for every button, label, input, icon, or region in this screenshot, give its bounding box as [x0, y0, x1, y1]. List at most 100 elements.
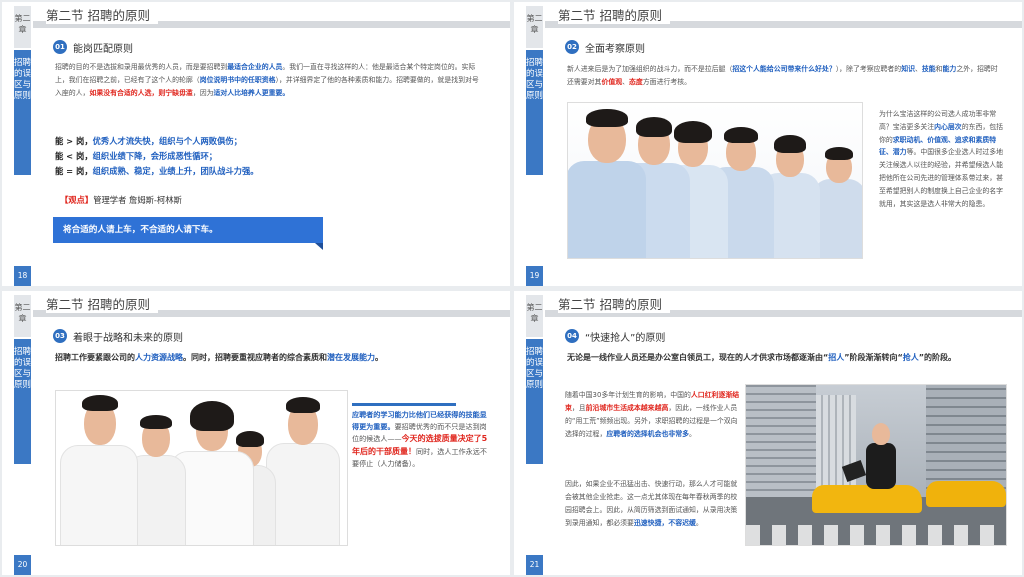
intro-paragraph: 新人进来后是为了加强组织的战斗力，而不是拉后腿（招这个人能给公司带来什么好处？）… — [567, 63, 999, 89]
para-emphasis: 态度 — [629, 78, 643, 86]
para-text: ，且 — [571, 404, 586, 412]
page-number: 19 — [526, 266, 543, 286]
detail-paragraph: 随着中国30多年计划生育的影响，中国的人口红利逐渐结束，且前沿城市生活成本越来越… — [565, 389, 743, 441]
para-text: 。 — [375, 353, 383, 362]
section-heading-text: 能岗匹配原则 — [73, 43, 133, 55]
para-highlight: 知识 — [901, 65, 915, 73]
slide-19[interactable]: 第二节 招聘的原则 第二章 招聘的误区与原则 19 02 全面考察原则 新人进来… — [514, 2, 1022, 286]
chapter-tab: 第二章 — [14, 6, 31, 48]
sidebar-label: 招聘的误区与原则 — [14, 50, 31, 175]
strategy-note: 应聘者的学习能力比他们已经获得的技能显得更为重要。要招聘优秀的而不只是达到岗位的… — [352, 403, 491, 470]
para-highlight: 抢人 — [902, 353, 919, 362]
slide-20[interactable]: 第二节 招聘的原则 第二章 招聘的误区与原则 20 03 着眼于战略和未来的原则… — [2, 291, 510, 575]
para-highlight: 适对人比培养人更重要。 — [213, 89, 290, 97]
viewpoint-tag: 【观点】 — [60, 195, 94, 205]
side-highlight: 内心层次 — [934, 122, 962, 131]
para-text: 随着中国30多年计划生育的影响，中国的 — [565, 391, 691, 399]
intro-paragraph: 招聘的目的不是选拔和录用最优秀的人员，而是要招聘到最适合企业的人员。我们一直在寻… — [55, 61, 485, 100]
ability-line: 能 > 岗，优秀人才流失快，组织与个人两败俱伤； — [55, 135, 242, 147]
taxi-left — [812, 485, 922, 513]
section-heading-text: “快速抢人”的原则 — [585, 332, 666, 344]
callout-fold — [315, 243, 323, 250]
section-heading: 03 着眼于战略和未来的原则 — [53, 328, 183, 344]
ability-text: 组织成熟、稳定，业绩上升，团队战斗力强。 — [92, 166, 259, 176]
slide-18[interactable]: 第二节 招聘的原则 第二章 招聘的误区与原则 18 01 能岗匹配原则 招聘的目… — [2, 2, 510, 286]
para-highlight: 潜在发展能力 — [327, 353, 375, 362]
para-text: 和 — [935, 65, 943, 73]
slide-header: 第二节 招聘的原则 — [514, 2, 1022, 30]
building-left — [746, 385, 816, 505]
viewpoint-text: 管理学者 詹姆斯-柯林斯 — [93, 195, 182, 205]
ability-prefix: 能 < 岗， — [55, 151, 93, 161]
slide-header: 第二节 招聘的原则 — [514, 291, 1022, 319]
para-highlight: 岗位说明书中的任职资格 — [199, 76, 276, 84]
para-highlight: 招这个人能给公司带来什么好处？ — [732, 65, 836, 73]
detail-paragraph: 因此，如果企业不迅猛出击、快速行动，那么人才可能就会被其他企业抢走。这一点尤其体… — [565, 478, 743, 530]
para-emphasis: 如果没有合适的人选，则宁缺毋滥 — [89, 89, 193, 97]
para-text: 无论是一线作业人员还是办公室白领员工，现在的人才供求市场都逐渐由“ — [567, 353, 829, 362]
lead-paragraph: 无论是一线作业人员还是办公室白领员工，现在的人才供求市场都逐渐由“招人”阶段渐渐… — [567, 351, 1007, 365]
slide-21[interactable]: 第二节 招聘的原则 第二章 招聘的误区与原则 21 04 “快速抢人”的原则 无… — [514, 291, 1022, 575]
viewpoint: 【观点】管理学者 詹姆斯-柯林斯 — [60, 194, 182, 206]
section-heading-text: 着眼于战略和未来的原则 — [73, 332, 183, 344]
callout-text: 将合适的人请上车，不合适的人请下车。 — [63, 225, 218, 235]
para-text: 。 — [695, 519, 703, 527]
side-note: 为什么宝洁这样的公司选人成功率非常高？宝洁更多关注内心层次的东西，包括你的求职动… — [879, 108, 1005, 210]
section-number-badge: 04 — [565, 329, 579, 343]
team-photo — [55, 390, 348, 546]
section-heading: 02 全面考察原则 — [565, 39, 645, 55]
para-text: 、 — [622, 78, 630, 86]
team-photo — [567, 102, 863, 259]
section-heading: 01 能岗匹配原则 — [53, 39, 133, 55]
para-text: ），除了考察应聘者的 — [835, 65, 902, 73]
side-text: 等。中国很多企业选人时过多地关注候选人以往的经验，并希望候选人能把他所在公司先进… — [879, 148, 1004, 208]
crosswalk — [746, 525, 1006, 545]
slide-sidebar: 第二章 招聘的误区与原则 18 — [14, 2, 31, 286]
ability-text: 优秀人才流失快，组织与个人两败俱伤； — [92, 136, 242, 146]
section-heading-text: 全面考察原则 — [585, 43, 645, 55]
section-heading: 04 “快速抢人”的原则 — [565, 328, 665, 344]
page-number: 20 — [14, 555, 31, 575]
para-emphasis: 前沿城市生活成本越来越高 — [585, 404, 669, 412]
para-text: ”的阶段。 — [918, 353, 957, 362]
callout-banner: 将合适的人请上车，不合适的人请下车。 — [53, 217, 323, 250]
slide-title: 第二节 招聘的原则 — [46, 294, 158, 313]
ability-text: 组织业绩下降，会形成恶性循环； — [92, 151, 218, 161]
page-number: 18 — [14, 266, 31, 286]
sidebar-label: 招聘的误区与原则 — [526, 50, 543, 175]
slide-header: 第二节 招聘的原则 — [2, 2, 510, 30]
para-emphasis: 价值观 — [601, 78, 623, 86]
slide-title: 第二节 招聘的原则 — [46, 5, 158, 24]
slide-header: 第二节 招聘的原则 — [2, 291, 510, 319]
intro-paragraph: 招聘工作要紧跟公司的人力资源战略。同时，招聘要重视应聘者的综合素质和潜在发展能力… — [55, 351, 487, 364]
para-text: 。同时，招聘要重视应聘者的综合素质和 — [183, 353, 327, 362]
para-text: 招聘的目的不是选拔和录用最优秀的人员，而是要招聘到 — [55, 63, 228, 71]
page-number: 21 — [526, 555, 543, 575]
section-number-badge: 01 — [53, 40, 67, 54]
note-accent-line — [352, 403, 456, 406]
para-highlight: 应聘者的选择机会也非常多 — [606, 430, 690, 438]
section-number-badge: 02 — [565, 40, 579, 54]
chapter-tab: 第二章 — [526, 295, 543, 337]
para-text: ，因为 — [192, 89, 214, 97]
taxi-right — [926, 481, 1006, 507]
para-text: ”阶段渐渐转向“ — [844, 353, 903, 362]
para-text: 、 — [914, 65, 922, 73]
ability-line: 能 = 岗，组织成熟、稳定，业绩上升，团队战斗力强。 — [55, 165, 259, 177]
para-text: 招聘工作要紧跟公司的 — [55, 353, 135, 362]
sidebar-label: 招聘的误区与原则 — [14, 339, 31, 464]
slide-sidebar: 第二章 招聘的误区与原则 21 — [526, 291, 543, 575]
para-highlight: 人力资源战略 — [135, 353, 183, 362]
ability-prefix: 能 > 岗， — [55, 136, 93, 146]
sidebar-label: 招聘的误区与原则 — [526, 339, 543, 464]
chapter-tab: 第二章 — [526, 6, 543, 48]
ability-line: 能 < 岗，组织业绩下降，会形成恶性循环； — [55, 150, 217, 162]
para-text: 新人进来后是为了加强组织的战斗力，而不是拉后腿（ — [567, 65, 733, 73]
slide-sidebar: 第二章 招聘的误区与原则 19 — [526, 2, 543, 286]
chapter-tab: 第二章 — [14, 295, 31, 337]
para-highlight: 技能 — [921, 65, 936, 73]
para-highlight: 能力 — [942, 65, 957, 73]
ability-prefix: 能 = 岗， — [55, 166, 93, 176]
section-number-badge: 03 — [53, 329, 67, 343]
city-street-photo — [745, 384, 1007, 546]
